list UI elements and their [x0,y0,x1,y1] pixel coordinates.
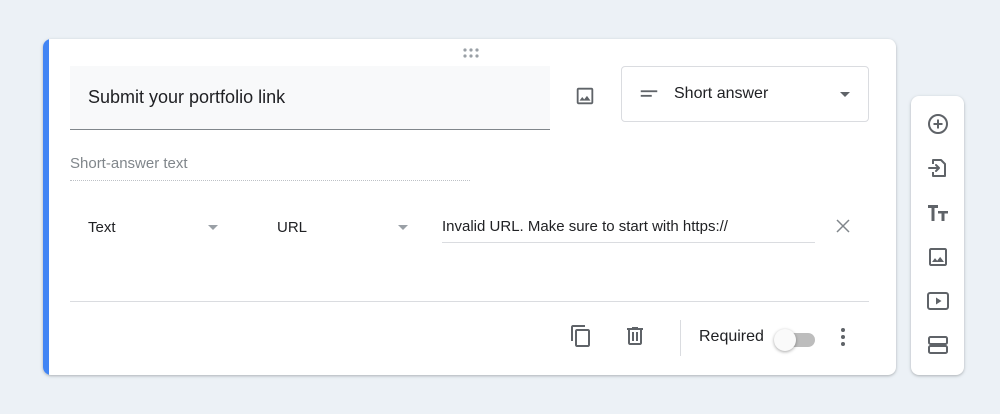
footer-divider [70,301,869,302]
import-icon [928,159,946,177]
required-label: Required [699,328,764,345]
video-icon [927,292,949,310]
close-icon [836,219,850,233]
custom-error-input[interactable]: Invalid URL. Make sure to start with htt… [442,209,815,243]
question-type-dropdown[interactable]: Short answer [621,66,869,122]
validation-condition-label: URL [277,218,308,236]
chevron-down-icon [840,92,850,97]
copy-icon [571,325,590,347]
image-icon [929,248,947,266]
floating-toolbar [911,96,964,375]
footer-separator [680,320,681,356]
trash-icon [627,327,643,345]
toggle-thumb [774,329,796,351]
more-options-button[interactable] [829,323,857,351]
required-toggle[interactable] [773,327,817,351]
question-title-text: Submit your portfolio link [88,87,286,107]
response-validation-row: Text URL Invalid URL. Make sure to start… [70,209,870,249]
add-video-button[interactable] [924,287,952,315]
more-vertical-icon [841,328,845,346]
custom-error-text: Invalid URL. Make sure to start with htt… [442,218,728,235]
import-questions-button[interactable] [924,154,952,182]
image-icon [576,87,594,105]
validation-condition-dropdown[interactable]: URL [260,209,410,245]
title-text-icon [928,205,948,221]
short-answer-placeholder: Short-answer text [70,153,470,181]
add-section-button[interactable] [924,331,952,359]
chevron-down-icon [208,225,218,230]
add-image-tool-button[interactable] [924,243,952,271]
section-icon [928,336,948,354]
remove-validation-button[interactable] [832,215,854,237]
validation-type-label: Text [88,218,116,236]
validation-type-dropdown[interactable]: Text [70,209,220,245]
delete-button[interactable] [621,322,649,350]
add-circle-icon [928,114,948,134]
drag-handle-icon[interactable] [461,47,481,59]
add-title-button[interactable] [924,199,952,227]
duplicate-button[interactable] [567,322,595,350]
question-title-input[interactable]: Submit your portfolio link [70,66,550,130]
chevron-down-icon [398,225,408,230]
add-question-button[interactable] [924,110,952,138]
short-text-icon [640,90,658,97]
active-accent-bar [43,39,49,375]
question-card: Submit your portfolio link Short answer … [43,39,896,375]
question-type-label: Short answer [674,85,769,102]
add-image-button[interactable] [569,80,601,112]
